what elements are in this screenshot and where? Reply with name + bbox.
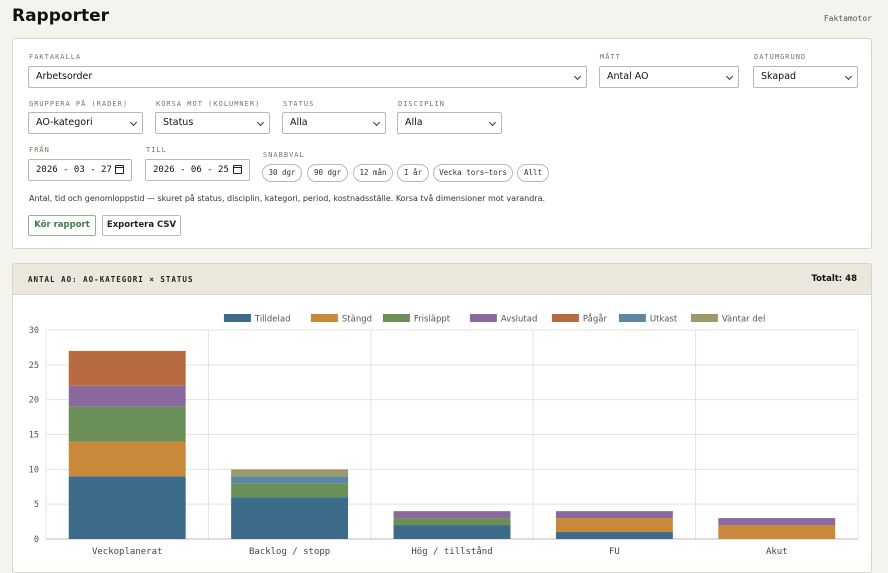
snabbval-label: SNABBVAL	[263, 151, 305, 159]
gruppera-value: AO-kategori	[36, 117, 93, 128]
run-report-button[interactable]: Kör rapport	[28, 215, 96, 236]
legend-label: Tilldelad	[254, 315, 291, 325]
disciplin-label: DISCIPLIN	[398, 100, 445, 108]
bar-segment	[393, 518, 511, 526]
legend-swatch	[690, 314, 718, 322]
matt-value: Antal AO	[607, 71, 649, 82]
bar-segment	[68, 476, 186, 539]
status-label: STATUS	[283, 100, 315, 108]
quick-range-chip[interactable]: I år	[397, 164, 429, 182]
faktakalla-value: Arbetsorder	[36, 71, 93, 82]
chart-panel-header: ANTAL AO: AO-KATEGORI × STATUS Totalt: 4…	[13, 264, 871, 295]
till-label: TILL	[146, 146, 167, 154]
gruppera-select[interactable]: AO-kategori	[28, 112, 143, 134]
legend-swatch	[551, 314, 579, 322]
x-tick-label: Akut	[766, 547, 788, 557]
y-tick-label: 5	[34, 500, 39, 510]
chevron-down-icon	[372, 118, 381, 127]
x-tick-label: Veckoplanerat	[92, 547, 162, 557]
fran-value: 2026 - 03 - 27	[36, 165, 112, 175]
calendar-icon[interactable]	[233, 165, 242, 174]
x-tick-label: Backlog / stopp	[249, 547, 330, 557]
quick-range-chip[interactable]: 12 mån	[353, 164, 393, 182]
korsa-value: Status	[163, 117, 194, 128]
till-date-input[interactable]: 2026 - 06 - 25	[145, 159, 250, 181]
y-tick-label: 0	[34, 535, 39, 545]
filter-panel: FAKTAKÄLLA Arbetsorder MÅTT Antal AO DAT…	[12, 38, 872, 249]
legend-swatch	[310, 314, 338, 322]
chevron-down-icon	[256, 118, 265, 127]
bar-segment	[718, 518, 836, 526]
y-tick-label: 30	[29, 326, 39, 336]
chart-total: Totalt: 48	[811, 274, 857, 284]
korsa-select[interactable]: Status	[155, 112, 270, 134]
report-description: Antal, tid och genomloppstid — skuret på…	[29, 194, 546, 203]
chevron-down-icon	[725, 72, 734, 81]
quick-range-chip[interactable]: Vecka tors–tors	[433, 164, 513, 182]
bar-segment	[555, 511, 673, 519]
fran-label: FRÅN	[29, 146, 50, 154]
legend-swatch	[618, 314, 646, 322]
legend-swatch	[223, 314, 251, 322]
status-value: Alla	[290, 117, 308, 128]
faktakalla-label: FAKTAKÄLLA	[29, 53, 82, 61]
bar-segment	[68, 350, 186, 386]
disciplin-value: Alla	[405, 117, 423, 128]
chevron-down-icon	[573, 72, 582, 81]
bar-segment	[393, 525, 511, 539]
page-title: Rapporter	[12, 6, 110, 26]
faktakalla-select[interactable]: Arbetsorder	[28, 66, 587, 88]
stacked-bar-chart: 0 5 10 15 20 25 30 Veckoplanerat Backlog / stopp…	[29, 314, 859, 557]
till-value: 2026 - 06 - 25	[153, 165, 229, 175]
bar-segment	[68, 441, 186, 477]
chevron-down-icon	[129, 118, 138, 127]
datumgrund-value: Skapad	[761, 71, 797, 82]
quick-range-chip[interactable]: 90 dgr	[307, 164, 348, 182]
korsa-label: KORSA MOT (KOLUMNER)	[156, 100, 261, 108]
legend-label: Pågår	[583, 314, 608, 325]
top-bar: Rapporter Faktamotor	[0, 0, 888, 36]
bar-segment	[555, 518, 673, 533]
status-select[interactable]: Alla	[282, 112, 386, 134]
chevron-down-icon	[844, 72, 853, 81]
bar-segment	[68, 406, 186, 442]
fran-date-input[interactable]: 2026 - 03 - 27	[28, 159, 132, 181]
bar-segment	[555, 532, 673, 539]
bar-segment	[231, 497, 349, 539]
chart-panel: ANTAL AO: AO-KATEGORI × STATUS Totalt: 4…	[12, 263, 872, 573]
quick-range-chip[interactable]: Allt	[517, 164, 549, 182]
bar-segment	[393, 511, 511, 519]
chevron-down-icon	[488, 118, 497, 127]
legend-label: Utkast	[650, 315, 678, 325]
gruppera-label: GRUPPERA PÅ (RADER)	[29, 100, 129, 108]
legend-label: Avslutad	[501, 315, 537, 325]
matt-label: MÅTT	[600, 53, 621, 61]
chart-panel-title: ANTAL AO: AO-KATEGORI × STATUS	[28, 275, 194, 284]
x-tick-label: Hög / tillstånd	[411, 546, 492, 557]
legend-label: Väntar del	[722, 315, 765, 325]
bar-segment	[231, 476, 349, 484]
bar-segment	[231, 483, 349, 498]
y-tick-label: 10	[29, 465, 39, 475]
disciplin-select[interactable]: Alla	[397, 112, 502, 134]
matt-select[interactable]: Antal AO	[599, 66, 739, 88]
legend-swatch	[469, 314, 497, 322]
bar-segment	[718, 525, 836, 539]
y-tick-label: 20	[29, 396, 39, 406]
datumgrund-label: DATUMGRUND	[754, 53, 807, 61]
export-csv-button[interactable]: Exportera CSV	[102, 215, 181, 236]
quick-range-chip[interactable]: 30 dgr	[262, 164, 302, 182]
legend-label: Stängd	[342, 315, 372, 325]
y-tick-label: 15	[29, 431, 39, 441]
legend-label: Frisläppt	[414, 315, 451, 325]
bar-segment	[231, 469, 349, 477]
legend-swatch	[382, 314, 410, 322]
y-tick-label: 25	[29, 361, 39, 371]
brand-label: Faktamotor	[823, 14, 872, 23]
x-tick-label: FU	[609, 547, 620, 557]
bar-segment	[68, 385, 186, 407]
datumgrund-select[interactable]: Skapad	[753, 66, 858, 88]
calendar-icon[interactable]	[115, 165, 124, 174]
